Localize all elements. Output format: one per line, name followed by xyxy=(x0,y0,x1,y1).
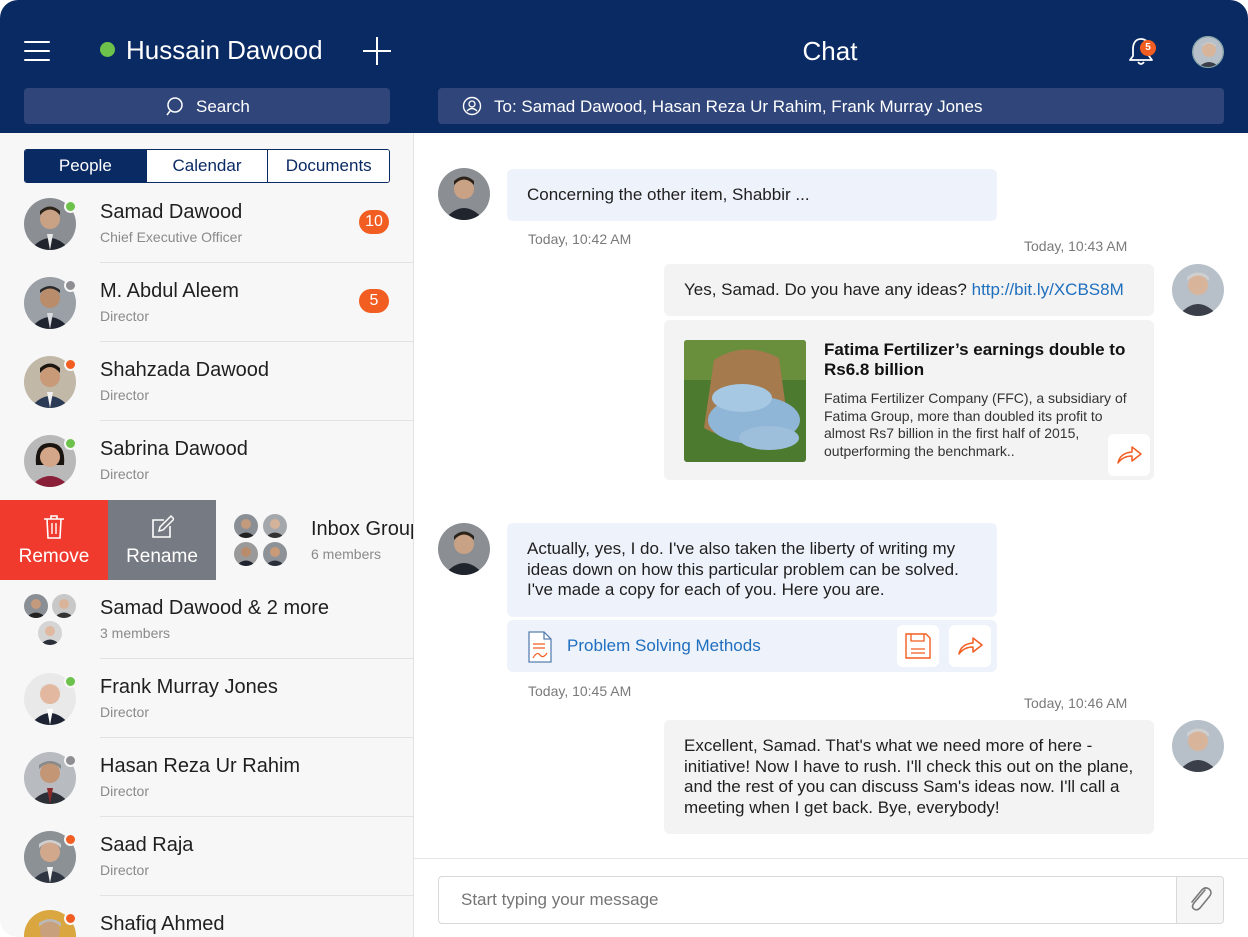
remove-button[interactable]: Remove xyxy=(0,500,108,580)
group-avatar xyxy=(24,594,78,648)
contact-row[interactable]: Hasan Reza Ur Rahim Director xyxy=(0,738,413,817)
trash-icon xyxy=(44,515,64,539)
contact-role: Director xyxy=(100,466,150,482)
search-icon xyxy=(166,97,183,116)
outgoing-message: Yes, Samad. Do you have any ideas? http:… xyxy=(664,264,1154,316)
contact-name: Frank Murray Jones xyxy=(100,676,278,698)
message-text: Yes, Samad. Do you have any ideas? xyxy=(684,280,972,299)
search-input[interactable]: Search xyxy=(24,88,390,124)
group-name: Inbox Group xyxy=(311,518,414,540)
presence-offline-dot xyxy=(64,279,77,292)
incoming-message: Concerning the other item, Shabbir ... xyxy=(507,169,997,221)
presence-busy-dot xyxy=(64,358,77,371)
presence-online-dot xyxy=(64,200,77,213)
save-icon xyxy=(905,633,931,659)
contact-row[interactable]: M. Abdul Aleem Director 5 xyxy=(0,263,413,342)
contact-role: Director xyxy=(100,387,150,403)
message-input[interactable] xyxy=(438,876,1224,924)
message-timestamp: Today, 10:45 AM xyxy=(528,683,632,699)
own-presence-dot xyxy=(100,42,115,57)
swiped-contact-row: Remove Rename Inbox Group 6 members xyxy=(0,500,414,580)
menu-icon[interactable] xyxy=(24,39,50,63)
tab-documents[interactable]: Documents xyxy=(268,150,389,182)
save-button[interactable] xyxy=(897,625,939,667)
contact-role: Director xyxy=(100,783,150,799)
recipients-field[interactable]: To: Samad Dawood, Hasan Reza Ur Rahim, F… xyxy=(438,88,1224,124)
incoming-message: Actually, yes, I do. I've also taken the… xyxy=(507,523,997,617)
chat-app: Hussain Dawood Chat 5 Search To: Samad D… xyxy=(0,0,1248,937)
unread-badge: 5 xyxy=(359,289,389,313)
unread-badge: 10 xyxy=(359,210,389,234)
page-title: Chat xyxy=(802,36,858,66)
share-icon xyxy=(958,637,983,655)
avatar[interactable] xyxy=(1192,36,1224,68)
contact-name: Sabrina Dawood xyxy=(100,438,248,460)
notification-badge: 5 xyxy=(1140,40,1156,56)
message-timestamp: Today, 10:42 AM xyxy=(528,231,632,247)
contact-role: Chief Executive Officer xyxy=(100,229,243,245)
contact-row[interactable]: Samad Dawood & 2 more 3 members xyxy=(0,580,413,659)
share-button[interactable] xyxy=(1108,434,1150,476)
contacts-sidebar: People Calendar Documents Samad Dawood C… xyxy=(0,133,414,937)
contact-name: Hasan Reza Ur Rahim xyxy=(100,755,301,777)
contact-name: Shafiq Ahmed xyxy=(100,913,225,935)
outgoing-message: Excellent, Samad. That's what we need mo… xyxy=(664,720,1154,834)
link-preview-card[interactable]: Fatima Fertilizer’s earnings double to R… xyxy=(664,320,1154,480)
message-link[interactable]: http://bit.ly/XCBS8M xyxy=(972,280,1124,299)
contact-row[interactable]: Shafiq Ahmed xyxy=(0,896,413,937)
attachment-row[interactable]: Problem Solving Methods xyxy=(507,620,997,672)
avatar xyxy=(438,168,490,220)
contact-row[interactable]: Shahzada Dawood Director xyxy=(0,342,413,421)
contact-name: Saad Raja xyxy=(100,834,194,856)
edit-icon xyxy=(152,514,174,538)
segmented-tabs: People Calendar Documents xyxy=(24,149,390,183)
current-user-name[interactable]: Hussain Dawood xyxy=(126,34,323,66)
contact-name: M. Abdul Aleem xyxy=(100,280,239,302)
paperclip-icon xyxy=(1191,887,1212,911)
presence-offline-dot xyxy=(64,754,77,767)
avatar xyxy=(438,523,490,575)
presence-online-dot xyxy=(64,675,77,688)
group-members: 6 members xyxy=(311,546,382,562)
message-composer xyxy=(414,858,1248,937)
attachment-name: Problem Solving Methods xyxy=(567,636,761,655)
avatar xyxy=(1172,720,1224,772)
chat-thread: Concerning the other item, Shabbir ... T… xyxy=(414,133,1248,858)
article-summary: Fatima Fertilizer Company (FFC), a subsi… xyxy=(824,390,1127,459)
contact-name: Samad Dawood xyxy=(100,201,243,223)
tab-calendar[interactable]: Calendar xyxy=(146,150,269,182)
pdf-file-icon xyxy=(528,631,552,663)
remove-label: Remove xyxy=(18,546,90,567)
search-label: Search xyxy=(196,97,250,116)
contact-row[interactable]: Frank Murray Jones Director xyxy=(0,659,413,738)
presence-busy-dot xyxy=(64,912,77,925)
attach-button[interactable] xyxy=(1176,877,1223,923)
contact-icon xyxy=(462,96,482,116)
tab-people[interactable]: People xyxy=(25,150,147,182)
top-header: Hussain Dawood Chat 5 Search To: Samad D… xyxy=(0,0,1248,133)
share-icon xyxy=(1117,446,1142,464)
presence-online-dot xyxy=(64,437,77,450)
contact-role: 3 members xyxy=(100,625,171,641)
presence-busy-dot xyxy=(64,833,77,846)
contact-role: Director xyxy=(100,704,150,720)
article-title: Fatima Fertilizer’s earnings double to R… xyxy=(824,340,1126,379)
recipients-label: To: Samad Dawood, Hasan Reza Ur Rahim, F… xyxy=(494,97,983,116)
share-button[interactable] xyxy=(949,625,991,667)
contact-row[interactable]: Sabrina Dawood Director xyxy=(0,421,413,500)
rename-button[interactable]: Rename xyxy=(108,500,216,580)
message-timestamp: Today, 10:43 AM xyxy=(1024,238,1128,254)
fertilizer-image xyxy=(684,340,806,462)
new-chat-plus-icon[interactable] xyxy=(362,36,392,66)
group-avatar xyxy=(234,514,288,568)
contact-name: Shahzada Dawood xyxy=(100,359,270,381)
contact-row[interactable]: Saad Raja Director xyxy=(0,817,413,896)
contact-name: Samad Dawood & 2 more xyxy=(100,597,330,619)
message-timestamp: Today, 10:46 AM xyxy=(1024,695,1128,711)
avatar xyxy=(1172,264,1224,316)
contact-role: Director xyxy=(100,862,150,878)
contact-role: Director xyxy=(100,308,150,324)
contact-row[interactable]: Samad Dawood Chief Executive Officer 10 xyxy=(0,184,413,263)
rename-label: Rename xyxy=(126,546,198,567)
